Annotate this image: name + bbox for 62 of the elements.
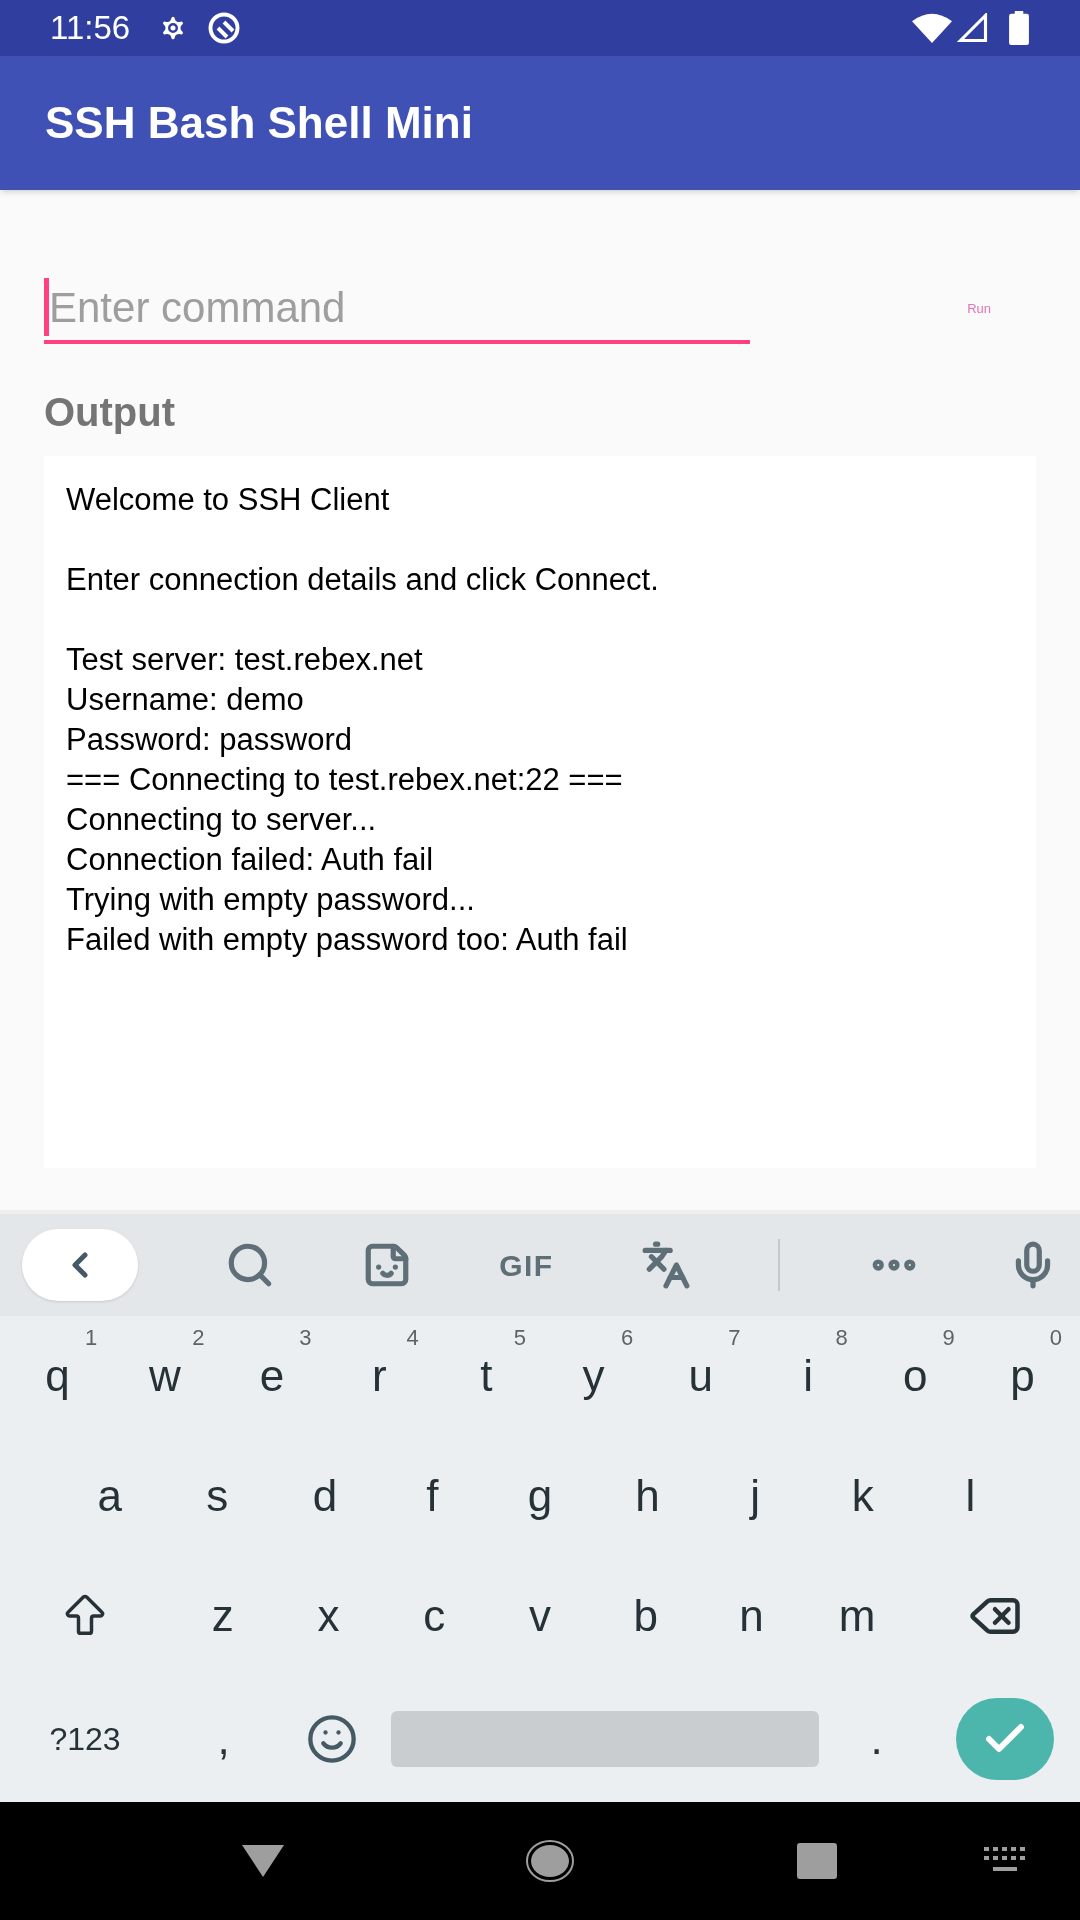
key-hint: 8 (835, 1326, 848, 1350)
keyboard-key[interactable]: j (701, 1436, 809, 1556)
keyboard-key[interactable]: a (56, 1436, 164, 1556)
signal-icon (956, 13, 990, 43)
keyboard-key[interactable]: m (804, 1556, 911, 1676)
key-hint: 5 (513, 1326, 526, 1350)
keyboard-key[interactable]: z (170, 1556, 276, 1676)
keyboard-key[interactable]: c (381, 1556, 488, 1676)
keyboard-key[interactable]: , (170, 1676, 277, 1802)
battery-icon (1008, 11, 1030, 45)
keyboard-key[interactable]: t 5 (432, 1316, 540, 1436)
output-line: Test server: test.rebex.net (66, 641, 424, 679)
output-line: Username: demo (66, 681, 305, 719)
output-line: Enter connection details and click Connect. (66, 561, 660, 599)
keyboard-key[interactable]: w 2 (111, 1316, 219, 1436)
keyboard-key[interactable]: f (378, 1436, 487, 1556)
key-hint: 1 (84, 1326, 98, 1350)
home-nav-icon[interactable] (525, 1839, 575, 1883)
smiley-icon (306, 1713, 358, 1765)
keyboard-key[interactable]: d (271, 1436, 379, 1556)
keyboard-key[interactable]: l (916, 1436, 1025, 1556)
keyboard-key[interactable]: b (592, 1556, 699, 1676)
keyboard-key[interactable]: h (593, 1436, 702, 1556)
clock: 11:56 (50, 8, 131, 49)
output-line: Welcome to SSH Client (66, 481, 391, 519)
recents-nav-icon[interactable] (795, 1842, 838, 1880)
key-hint: 3 (299, 1326, 312, 1350)
key-hint: 4 (406, 1326, 419, 1350)
wifi-icon (912, 13, 952, 43)
key-hint: 2 (192, 1326, 205, 1350)
back-nav-icon[interactable] (240, 1843, 287, 1879)
keyboard-key[interactable]: i 8 (754, 1316, 862, 1436)
keyboard-key[interactable]: v (487, 1556, 593, 1676)
key-hint: 9 (942, 1326, 955, 1350)
keyboard-key[interactable]: o 9 (861, 1316, 969, 1436)
key-hint: 0 (1049, 1326, 1063, 1350)
output-line: === Connecting to test.rebex.net:22 === (66, 761, 624, 799)
keyboard-key[interactable]: k (808, 1436, 917, 1556)
symbols-key[interactable]: ?123 (0, 1676, 170, 1802)
output-line: Trying with empty password... (66, 881, 476, 919)
keyboard-key[interactable]: g (486, 1436, 594, 1556)
keyboard-key[interactable]: y 6 (540, 1316, 648, 1436)
keyboard-key[interactable]: s (163, 1436, 272, 1556)
key-hint: 7 (728, 1326, 741, 1350)
app-title: SSH Bash Shell Mini (45, 97, 473, 149)
output-line: Failed with empty password too: Auth fail (66, 921, 629, 959)
output-line: Connection failed: Auth fail (66, 841, 435, 879)
keyboard-key[interactable]: n (698, 1556, 805, 1676)
keyboard-key[interactable]: . (823, 1676, 930, 1802)
keyboard-key[interactable]: p 0 (968, 1316, 1077, 1436)
output-line: Connecting to server... (66, 801, 378, 839)
translate-icon[interactable] (640, 1240, 691, 1290)
keyboard-key[interactable]: r 4 (325, 1316, 433, 1436)
output-heading: Output (44, 389, 177, 436)
gif-button[interactable]: GIF (499, 1242, 554, 1288)
keyboard-key[interactable]: q 1 (4, 1316, 112, 1436)
command-field[interactable]: Enter command (49, 275, 750, 339)
key-hint: 6 (620, 1326, 634, 1350)
keyboard-key[interactable]: u 7 (647, 1316, 755, 1436)
keyboard-key[interactable]: e 3 (218, 1316, 326, 1436)
output-line: Password: password (66, 721, 353, 759)
keyboard-key[interactable]: x (275, 1556, 382, 1676)
